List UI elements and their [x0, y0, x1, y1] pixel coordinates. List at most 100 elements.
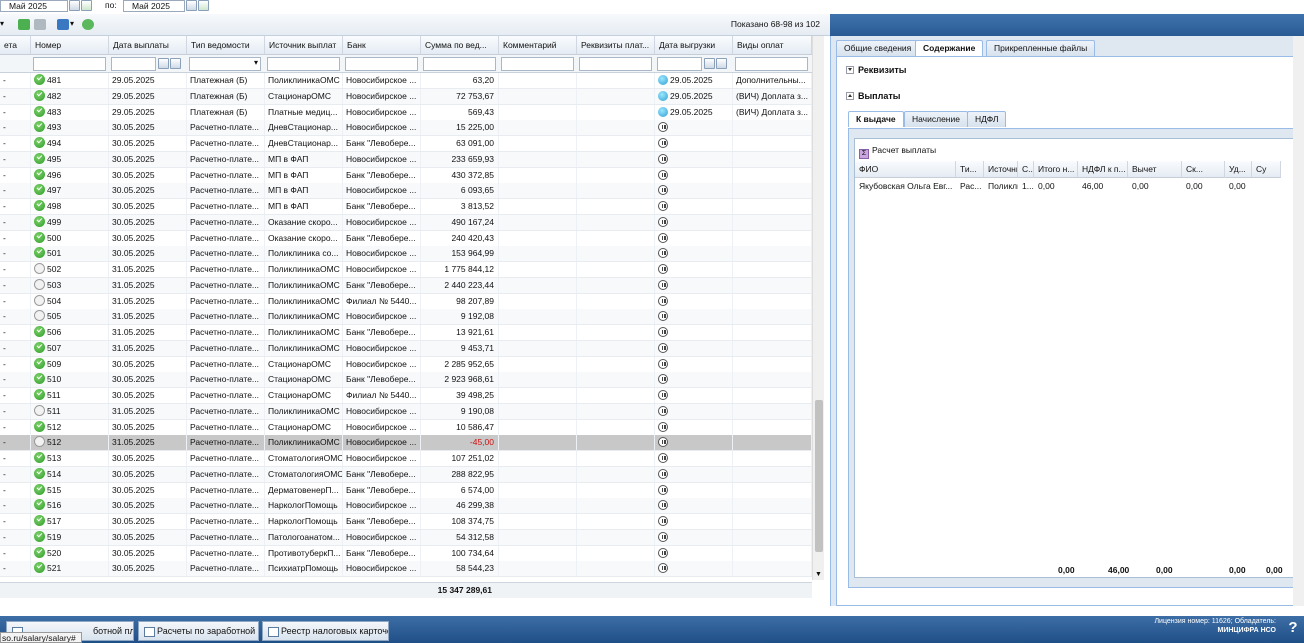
table-row[interactable]: - 502 31.05.2025 Расчетно-плате... Поликлини… — [0, 262, 812, 278]
payments-cell[interactable]: 0,00 — [1225, 179, 1252, 193]
requisites-section-header[interactable]: Реквизиты — [846, 65, 906, 75]
tab-attached-files[interactable]: Прикрепленные файлы — [986, 40, 1096, 56]
column-header[interactable]: Тип ведомости — [187, 36, 265, 55]
payments-cell[interactable]: Поликли... — [984, 179, 1018, 193]
table-row[interactable]: - 511 30.05.2025 Расчетно-плате... Стационар… — [0, 388, 812, 404]
clear-icon[interactable] — [81, 0, 92, 11]
column-header[interactable]: Номер — [31, 36, 109, 55]
filter-export-date-input[interactable] — [657, 57, 702, 71]
column-header[interactable]: Сумма по вед... — [421, 36, 499, 55]
clear-icon[interactable] — [198, 0, 209, 11]
calc-payment-button[interactable]: Σ Расчет выплаты — [859, 143, 936, 159]
calendar-icon[interactable] — [158, 58, 169, 69]
table-row[interactable]: - 494 30.05.2025 Расчетно-плате... ДневСтаци… — [0, 136, 812, 152]
reject-icon[interactable] — [34, 19, 46, 30]
table-row[interactable]: - 501 30.05.2025 Расчетно-плате... Поликлини… — [0, 246, 812, 263]
filter-source-input[interactable] — [267, 57, 340, 71]
table-row[interactable]: - 517 30.05.2025 Расчетно-плате... НаркологП… — [0, 514, 812, 530]
payments-column-header[interactable]: С... — [1018, 161, 1034, 178]
table-row[interactable]: - 519 30.05.2025 Расчетно-плате... Патологоа… — [0, 529, 812, 546]
clear-icon[interactable] — [170, 58, 181, 69]
filter-number-input[interactable] — [33, 57, 106, 71]
payments-cell[interactable]: 1... — [1018, 179, 1034, 193]
table-row[interactable]: - 521 30.05.2025 Расчетно-плате... ПсихиатрП… — [0, 561, 812, 578]
payments-column-header[interactable]: Итого н... — [1034, 161, 1078, 178]
task-tax-cards[interactable]: Реестр налоговых карточек — [262, 621, 389, 641]
payments-cell[interactable]: 0,00 — [1182, 179, 1225, 193]
column-header[interactable]: Комментарий — [499, 36, 577, 55]
table-row[interactable]: -481 29.05.2025 Платежная (Б) ПоликлиникаОМ… — [0, 73, 812, 89]
period-to-input[interactable]: Май 2025 — [123, 0, 185, 12]
table-row[interactable]: - 514 30.05.2025 Расчетно-плате... Стоматоло… — [0, 466, 812, 483]
payments-column-header[interactable]: Ск... — [1182, 161, 1225, 178]
payments-cell[interactable]: 0,00 — [1128, 179, 1182, 193]
filter-kinds-input[interactable] — [735, 57, 808, 71]
table-row[interactable]: - 499 30.05.2025 Расчетно-плате... Оказание … — [0, 214, 812, 231]
filter-comment-input[interactable] — [501, 57, 574, 71]
table-row[interactable]: - 512 30.05.2025 Расчетно-плате... Стационар… — [0, 419, 812, 436]
payments-column-header[interactable]: Источник — [984, 161, 1018, 178]
column-header[interactable]: Реквизиты плат... — [577, 36, 655, 55]
subtab-accrual[interactable]: Начисление — [904, 111, 968, 127]
payments-column-header[interactable]: Вычет — [1128, 161, 1182, 178]
table-row[interactable]: - 511 31.05.2025 Расчетно-плате... Поликлини… — [0, 403, 812, 420]
table-row[interactable]: - 512 31.05.2025 Расчетно-плате... Поликлини… — [0, 435, 812, 452]
details-scrollbar[interactable] — [1293, 36, 1304, 606]
payments-column-header[interactable]: ФИО — [855, 161, 956, 178]
column-header[interactable]: Дата выгрузки — [655, 36, 733, 55]
payments-column-header[interactable]: Ти... — [956, 161, 984, 178]
column-header[interactable]: ета — [0, 36, 31, 55]
task-salary-calc[interactable]: Расчеты по заработной ... — [138, 621, 259, 641]
filter-bank-input[interactable] — [345, 57, 418, 71]
column-header[interactable]: Виды оплат — [733, 36, 812, 55]
column-header[interactable]: Источник выплат — [265, 36, 343, 55]
refresh-icon[interactable] — [82, 19, 94, 30]
table-row[interactable]: - 505 31.05.2025 Расчетно-плате... Поликлини… — [0, 309, 812, 326]
table-row[interactable]: - 513 30.05.2025 Расчетно-плате... Стоматоло… — [0, 451, 812, 467]
filter-date-input[interactable] — [111, 57, 156, 71]
expand-icon[interactable] — [846, 92, 854, 100]
table-row[interactable]: - 504 31.05.2025 Расчетно-плате... Поликлини… — [0, 293, 812, 310]
print-icon[interactable] — [57, 19, 69, 30]
table-row[interactable]: - 503 31.05.2025 Расчетно-плате... Поликлини… — [0, 277, 812, 294]
table-row[interactable]: - 516 30.05.2025 Расчетно-плате... НаркологП… — [0, 498, 812, 515]
print-menu-arrow-icon[interactable]: ▾ — [70, 19, 74, 28]
payments-cell[interactable]: 46,00 — [1078, 179, 1128, 193]
table-row[interactable]: - 498 30.05.2025 Расчетно-плате... МП в ФАП Б… — [0, 199, 812, 215]
table-row[interactable]: - 500 30.05.2025 Расчетно-плате... Оказание … — [0, 230, 812, 247]
table-row[interactable]: - 506 31.05.2025 Расчетно-плате... Поликлини… — [0, 325, 812, 341]
subtab-to-issue[interactable]: К выдаче — [848, 111, 904, 127]
table-row[interactable]: - 515 30.05.2025 Расчетно-плате... Дерматове… — [0, 482, 812, 499]
payments-column-header[interactable]: Уд... — [1225, 161, 1252, 178]
payments-column-header[interactable]: НДФЛ к п... — [1078, 161, 1128, 178]
table-row[interactable]: -483 29.05.2025 Платежная (Б) Платные медиц… — [0, 104, 812, 121]
scroll-down-icon[interactable]: ▼ — [815, 571, 822, 578]
table-row[interactable]: - 510 30.05.2025 Расчетно-плате... Стационар… — [0, 372, 812, 389]
filter-requisites-input[interactable] — [579, 57, 652, 71]
calendar-icon[interactable] — [704, 58, 715, 69]
table-row[interactable]: - 509 30.05.2025 Расчетно-плате... Стационар… — [0, 356, 812, 373]
calendar-icon[interactable] — [186, 0, 197, 11]
table-row[interactable]: - 495 30.05.2025 Расчетно-плате... МП в ФАП Н… — [0, 151, 812, 168]
period-from-input[interactable]: Май 2025 — [0, 0, 68, 12]
payments-column-header[interactable]: Су — [1252, 161, 1281, 178]
grid-scrollbar-thumb[interactable] — [815, 400, 823, 552]
filter-type-select[interactable]: ▾ — [189, 57, 261, 71]
table-row[interactable]: - 520 30.05.2025 Расчетно-плате... Противоту… — [0, 545, 812, 562]
calendar-icon[interactable] — [69, 0, 80, 11]
payments-cell[interactable]: 0,00 — [1034, 179, 1078, 193]
approve-icon[interactable] — [18, 19, 30, 30]
table-row[interactable]: - 496 30.05.2025 Расчетно-плате... МП в ФАП Б… — [0, 167, 812, 184]
payments-section-header[interactable]: Выплаты — [846, 91, 900, 101]
filter-sum-input[interactable] — [423, 57, 496, 71]
help-icon[interactable]: ? — [1282, 619, 1304, 641]
table-row[interactable]: - 493 30.05.2025 Расчетно-плате... ДневСтаци… — [0, 120, 812, 137]
menu-arrow-icon[interactable]: ▾ — [0, 19, 4, 28]
subtab-ndfl[interactable]: НДФЛ — [967, 111, 1007, 127]
column-header[interactable]: Банк — [343, 36, 421, 55]
chevron-down-icon[interactable]: ▾ — [254, 58, 258, 67]
table-row[interactable]: -482 29.05.2025 Платежная (Б) СтационарОМС Н… — [0, 88, 812, 105]
table-row[interactable]: - 507 31.05.2025 Расчетно-плате... Поликлини… — [0, 340, 812, 357]
payments-cell[interactable]: Якубовская Ольга Евг... — [855, 179, 956, 193]
collapse-icon[interactable] — [846, 66, 854, 74]
